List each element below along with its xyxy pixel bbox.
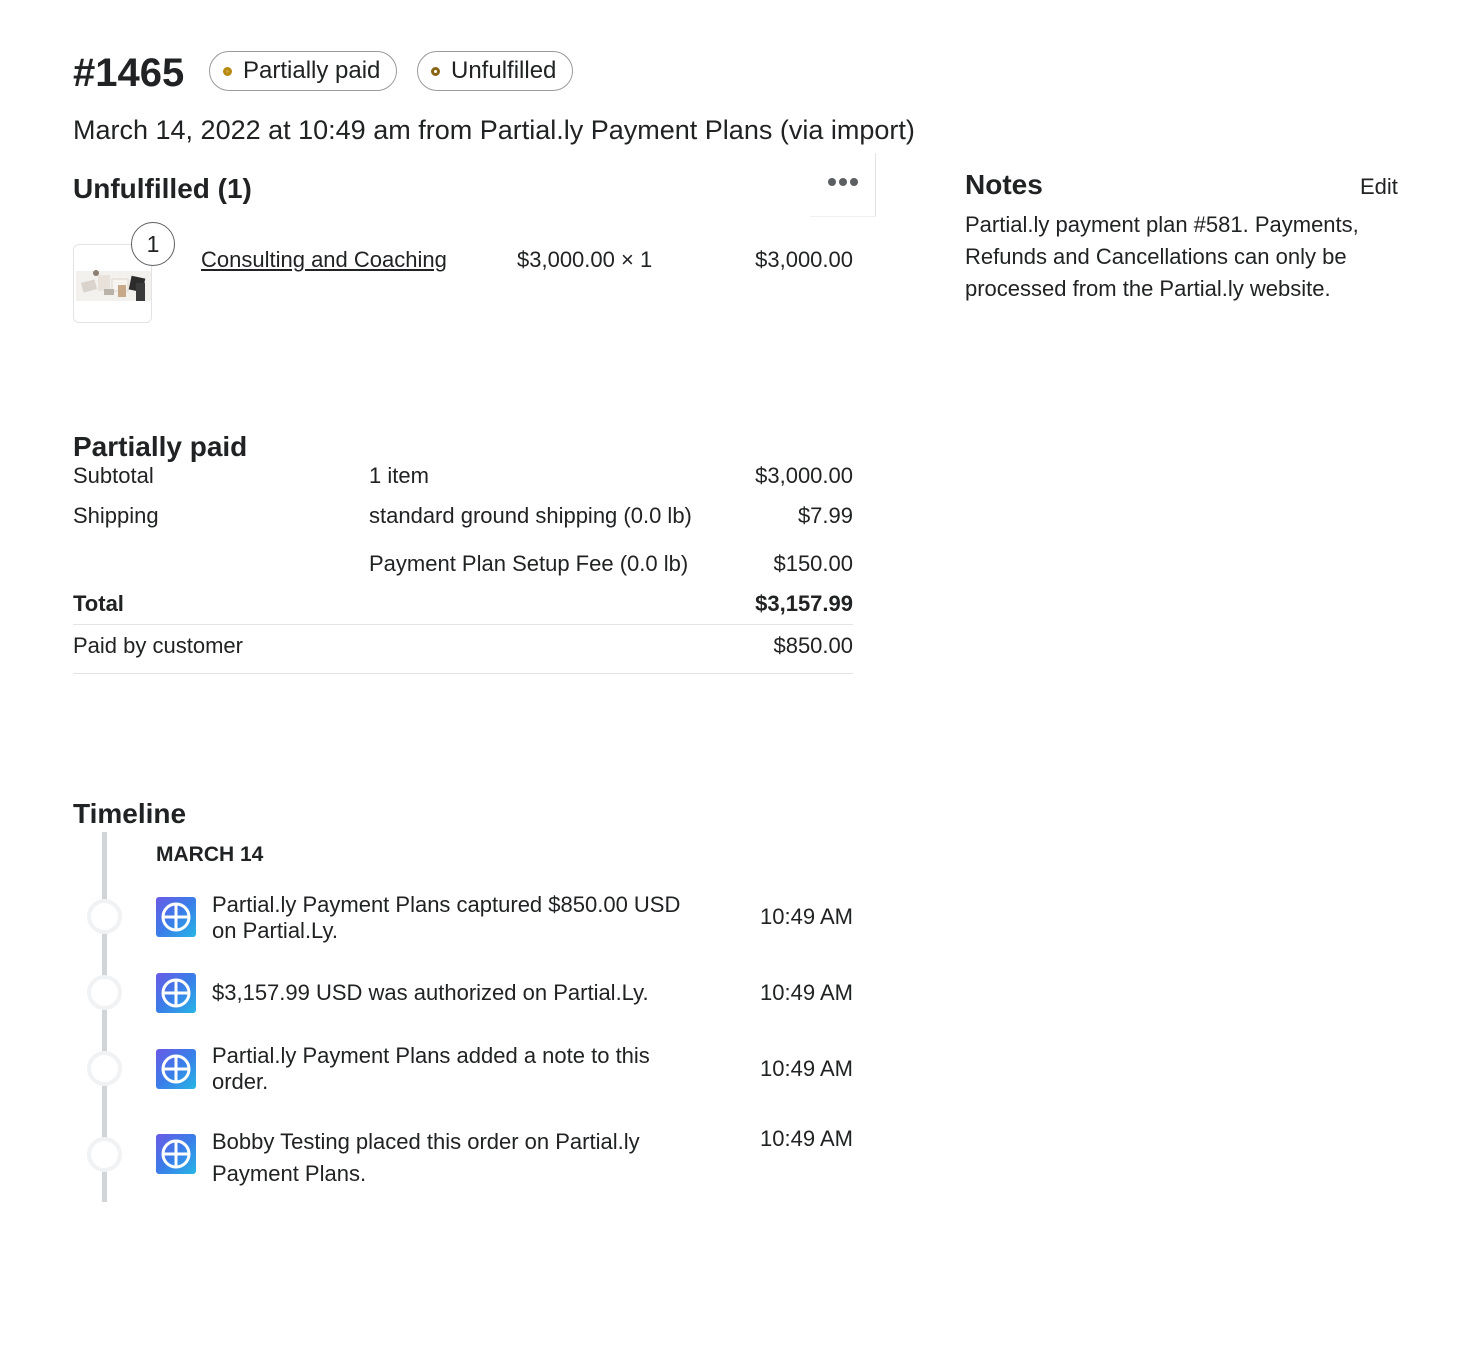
unit-price-quantity: $3,000.00 × 1 [517,247,653,272]
timeline-event-time: 10:49 AM [760,1126,853,1151]
timeline-event-time: 10:49 AM [760,980,853,1005]
partially-app-icon [156,1049,196,1089]
subtotal-value: $3,000.00 [755,463,853,488]
partially-app-icon [156,973,196,1013]
payment-section-title: Partially paid [73,431,248,462]
timeline-event-dot [87,899,122,934]
line-total: $3,000.00 [755,247,853,272]
timeline-event-dot [87,975,122,1010]
total-value: $3,157.99 [755,591,853,616]
timeline-event-text: $3,157.99 USD was authorized on Partial.… [212,980,649,1005]
unfulfilled-ring-icon [431,66,440,76]
payment-status-label: Partially paid [243,57,381,84]
timeline-event-dot [87,1051,122,1086]
order-subtitle: March 14, 2022 at 10:49 am from Partial.… [73,115,915,145]
notes-edit-button[interactable]: Edit [1360,173,1398,201]
partially-app-icon [156,1134,196,1174]
paid-by-customer-value: $850.00 [773,633,853,658]
payment-status-badge: Partially paid [209,51,398,91]
setup-fee-description: Payment Plan Setup Fee (0.0 lb) [369,551,689,576]
paid-by-customer-label: Paid by customer [73,633,243,658]
timeline-event-text: Bobby Testing placed this order on Parti… [212,1129,640,1186]
timeline-event-time: 10:49 AM [760,1056,853,1081]
shipping-label: Shipping [73,503,159,528]
setup-fee-value: $150.00 [773,551,853,576]
unfulfilled-section-title: Unfulfilled (1) [73,173,252,204]
total-divider [73,624,853,625]
timeline-event-time: 10:49 AM [760,904,853,929]
total-label: Total [73,591,124,616]
shipping-description: standard ground shipping (0.0 lb) [369,503,692,528]
partially-app-icon [156,897,196,937]
notes-body: Partial.ly payment plan #581. Payments, … [965,212,1359,301]
partially-paid-dot-icon [223,66,232,76]
shipping-value: $7.99 [797,503,853,528]
timeline-event-dot [87,1137,122,1172]
subtotal-label: Subtotal [73,463,154,488]
fulfillment-status-label: Unfulfilled [451,57,557,84]
subtotal-description: 1 item [369,463,429,488]
timeline-title: Timeline [73,798,187,829]
order-number: #1465 [73,51,185,95]
quantity-badge: 1 [131,222,175,266]
timeline-date-header: MARCH 14 [156,843,264,866]
timeline-event-text: Partial.ly Payment Plans added a note to… [212,1043,650,1094]
notes-title: Notes [965,169,1043,200]
paid-divider [73,673,853,674]
timeline-event-text: Partial.ly Payment Plans captured $850.0… [212,892,681,943]
more-actions-button[interactable] [810,153,876,217]
more-dots-icon [827,177,858,186]
product-link-consulting[interactable]: Consulting and Coaching [201,246,447,274]
fulfillment-status-badge: Unfulfilled [417,51,574,91]
